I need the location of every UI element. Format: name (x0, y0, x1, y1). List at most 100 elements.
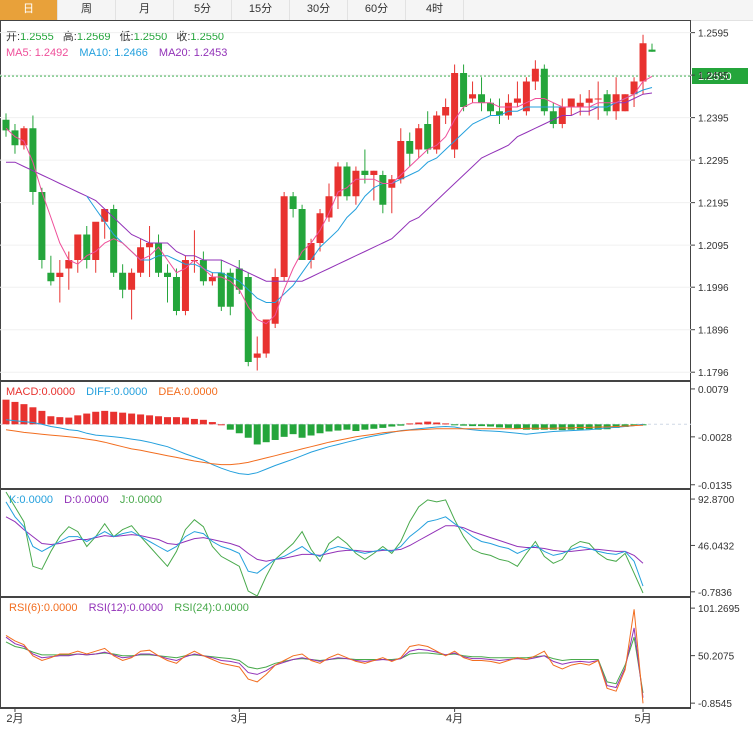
dea-line (5, 424, 644, 466)
macd-tick-label: 0.0079 (698, 385, 729, 396)
kdj-tick-label: 92.8700 (698, 495, 735, 506)
macd-bar (549, 424, 557, 430)
macd-bar (137, 414, 145, 425)
j-line (5, 491, 644, 597)
price-tick-label: 1.2195 (698, 199, 729, 210)
candle-body (433, 115, 441, 150)
rsi12-line (5, 627, 644, 698)
tab-month[interactable]: 月 (116, 0, 174, 20)
rsi-tick-label: -0.8545 (698, 699, 732, 710)
macd-bar (208, 422, 216, 425)
candle-body (549, 111, 557, 124)
macd-bar (226, 424, 234, 430)
macd-bar (487, 424, 494, 427)
kdj-readout: K:0.0000 D:0.0000 J:0.0000 (9, 494, 162, 506)
candle-body (343, 166, 351, 197)
candle-body (316, 213, 324, 243)
candle-body (639, 43, 647, 82)
candle-body (397, 141, 405, 180)
candle-body (576, 102, 584, 107)
macd-bar (92, 411, 100, 425)
macd-bar (540, 424, 548, 430)
rsi-tick-label: 50.2075 (698, 652, 735, 663)
macd-bar (343, 424, 351, 430)
tab-4hour[interactable]: 4时 (406, 0, 464, 20)
candle-body (164, 272, 171, 277)
candle-body (253, 353, 261, 358)
price-tick-label: 1.1996 (698, 283, 729, 294)
macd-bar (56, 417, 64, 425)
macd-bar (199, 419, 207, 425)
candle-body (478, 94, 486, 103)
candle-body (594, 98, 602, 100)
rsi6-line (5, 609, 644, 704)
macd-bar (460, 424, 468, 426)
candle-body (469, 94, 477, 99)
candle-body (540, 68, 548, 112)
ohlc-readout: 开:1.2555 高:1.2569 低:1.2550 收:1.2550 (6, 29, 224, 43)
macd-bar (325, 424, 333, 432)
chart-area[interactable]: 开:1.2555 高:1.2569 低:1.2550 收:1.2550 MA5:… (0, 20, 753, 733)
macd-bar (74, 415, 82, 425)
candle-body (235, 268, 243, 290)
price-tick-label: 1.1796 (698, 368, 729, 379)
x-tick-label: 5月 (634, 713, 651, 725)
macd-bar (531, 424, 539, 430)
macd-bar (119, 412, 127, 425)
candle-body (415, 128, 423, 150)
candle-body (280, 196, 288, 277)
macd-bar (271, 424, 279, 440)
candle-body (289, 196, 297, 209)
macd-bar (172, 417, 180, 425)
candle-body (38, 192, 46, 260)
macd-bar (469, 424, 477, 427)
macd-bar (478, 424, 486, 427)
macd-bar (110, 411, 118, 425)
macd-tick-label: -0.0135 (698, 481, 732, 492)
k-line (5, 501, 644, 587)
price-tick-label: 1.1896 (698, 326, 729, 337)
rsi24-line (5, 637, 644, 694)
macd-bar (244, 424, 252, 438)
macd-bar (146, 415, 154, 425)
d-line (5, 516, 644, 564)
macd-bar (307, 424, 315, 436)
macd-bar (101, 410, 109, 425)
candle-body (630, 81, 638, 95)
candle-body (361, 170, 369, 175)
macd-bar (415, 422, 423, 425)
macd-bar (217, 424, 225, 426)
rsi-tick-label: 101.2695 (698, 604, 740, 615)
candle-body (146, 243, 154, 248)
tab-5min[interactable]: 5分 (174, 0, 232, 20)
macd-bar (235, 424, 243, 434)
macd-bar (83, 413, 91, 425)
candle-body (47, 272, 55, 282)
candle-body (424, 124, 432, 150)
tab-15min[interactable]: 15分 (232, 0, 290, 20)
macd-readout: MACD:0.0000 DIFF:0.0000 DEA:0.0000 (6, 386, 218, 398)
candle-body (119, 272, 127, 290)
tab-week[interactable]: 周 (58, 0, 116, 20)
x-tick-label: 3月 (231, 713, 248, 725)
candle-body (56, 272, 64, 277)
candle-body (262, 319, 270, 354)
price-tick-label: 1.2295 (698, 156, 729, 167)
macd-bar (513, 424, 521, 429)
tab-30min[interactable]: 30分 (290, 0, 348, 20)
candle-body (20, 128, 28, 146)
macd-bar (433, 422, 441, 425)
candle-body (92, 221, 100, 260)
macd-bar (495, 424, 503, 428)
macd-bar (47, 416, 55, 425)
candle-body (29, 128, 37, 192)
macd-bar (128, 413, 136, 425)
macd-bar (65, 417, 73, 425)
tab-day[interactable]: 日 (0, 0, 58, 20)
macd-bar (379, 424, 387, 428)
ma-readout: MA5: 1.2492 MA10: 1.2466 MA20: 1.2453 (6, 47, 227, 59)
tab-60min[interactable]: 60分 (348, 0, 406, 20)
candle-body (172, 277, 180, 311)
macd-bar (253, 424, 261, 445)
price-tick-label: 1.2595 (698, 29, 729, 40)
